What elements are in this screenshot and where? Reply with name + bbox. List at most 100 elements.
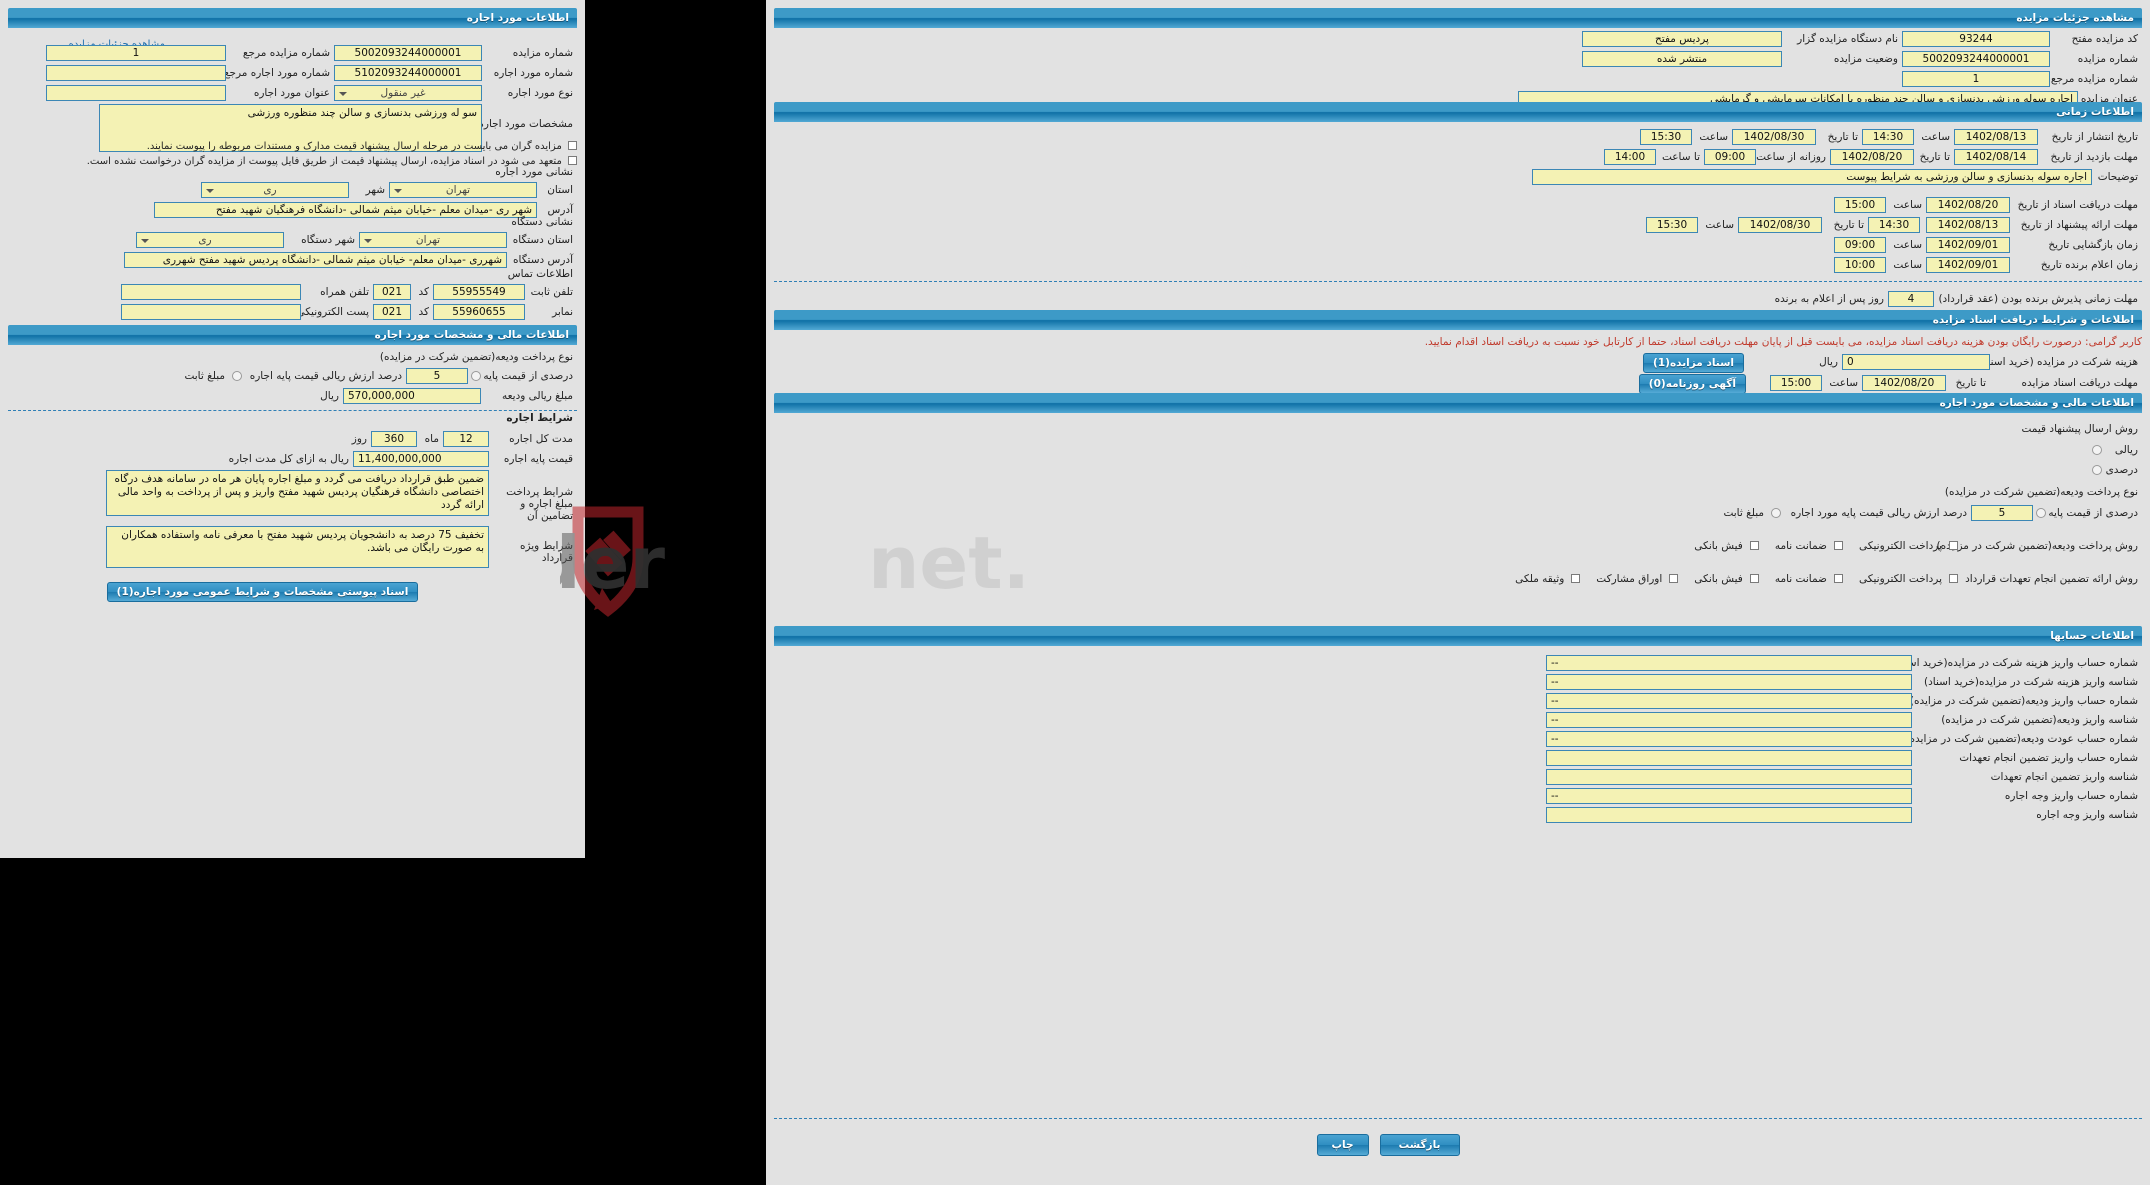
account-value-1[interactable]: -- bbox=[1546, 673, 1912, 690]
account-value-3[interactable]: -- bbox=[1546, 711, 1912, 728]
visit-daily-from-time[interactable]: 09:00 bbox=[1704, 148, 1756, 165]
account-value-8[interactable] bbox=[1546, 806, 1912, 823]
row-acceptance-period: مهلت زمانی پذیرش برنده بودن (عقد قرارداد… bbox=[774, 290, 2142, 307]
auction-number-value-right[interactable]: 5002093244000001 bbox=[1902, 50, 2050, 67]
total-period-days[interactable]: 360 bbox=[371, 430, 417, 447]
percent-base-radio[interactable] bbox=[471, 370, 481, 381]
contract-electronic-checkbox[interactable] bbox=[1949, 574, 1958, 583]
lease-number-value[interactable]: 5102093244000001 bbox=[334, 64, 482, 81]
opening-time[interactable]: 09:00 bbox=[1834, 236, 1886, 253]
rial-radio[interactable] bbox=[2092, 444, 2102, 455]
no-attachment-checkbox[interactable] bbox=[568, 156, 577, 165]
winner-announce-time-label: ساعت bbox=[1893, 258, 1922, 271]
deposit-electronic-checkbox[interactable] bbox=[1949, 541, 1958, 550]
row-deposit-pay-methods: روش پرداخت ودیعه(تضمین شرکت در مزایده) پ… bbox=[774, 537, 2142, 554]
percent-base-value[interactable]: 5 bbox=[406, 367, 468, 384]
address-label: آدرس bbox=[547, 203, 573, 216]
lease-attachment-button[interactable]: اسناد پیوستی مشخصات و شرایط عمومی مورد ا… bbox=[106, 582, 419, 602]
visit-from-date[interactable]: 1402/08/14 bbox=[1954, 148, 2038, 165]
print-button[interactable]: چاپ bbox=[1316, 1134, 1369, 1156]
fixed-amount-radio[interactable] bbox=[232, 370, 242, 381]
auction-documents-button[interactable]: اسناد مزایده(1) bbox=[1643, 352, 1744, 373]
org-province-select[interactable]: تهران bbox=[359, 231, 507, 248]
footer-bar: بازگشت چاپ bbox=[766, 1118, 2150, 1156]
percent-radio[interactable] bbox=[2092, 464, 2102, 475]
ref-auction-number-label: شماره مزایده مرجع bbox=[242, 46, 330, 59]
account-value-4[interactable]: -- bbox=[1546, 730, 1912, 747]
phone-code-value[interactable]: 021 bbox=[373, 283, 411, 300]
fixed-amount-radio-right[interactable] bbox=[1771, 507, 1781, 518]
bid-from-time[interactable]: 14:30 bbox=[1868, 216, 1920, 233]
contract-bonds-checkbox[interactable] bbox=[1669, 574, 1679, 583]
acceptance-period-value[interactable]: 4 bbox=[1888, 290, 1934, 307]
deposit-guarantee-checkbox[interactable] bbox=[1833, 541, 1843, 550]
publish-time2[interactable]: 15:30 bbox=[1640, 128, 1692, 145]
org-name-value[interactable]: پردیس مفتح bbox=[1582, 30, 1782, 47]
publish-from-date[interactable]: 1402/08/13 bbox=[1954, 128, 2038, 145]
phone-value[interactable]: 55955549 bbox=[433, 283, 525, 300]
fax-code-value[interactable]: 021 bbox=[373, 303, 411, 320]
docs-deadline-date[interactable]: 1402/08/20 bbox=[1926, 196, 2010, 213]
ref-auction-number-value[interactable]: 1 bbox=[46, 44, 226, 61]
account-value-7[interactable]: -- bbox=[1546, 787, 1912, 804]
phone-code-label: کد bbox=[418, 285, 429, 298]
base-price-value[interactable]: 11,400,000,000 bbox=[353, 450, 489, 467]
back-button[interactable]: بازگشت bbox=[1379, 1134, 1460, 1156]
mobile-value[interactable] bbox=[121, 283, 301, 300]
deposit-receipt-checkbox[interactable] bbox=[1749, 541, 1759, 550]
org-address-value[interactable]: شهرری -میدان معلم- خیابان میثم شمالی -دا… bbox=[124, 251, 507, 268]
opening-date[interactable]: 1402/09/01 bbox=[1926, 236, 2010, 253]
org-city-select[interactable]: ری bbox=[136, 231, 284, 248]
winner-announce-date[interactable]: 1402/09/01 bbox=[1926, 256, 2010, 273]
lease-title-value[interactable] bbox=[46, 84, 226, 101]
winner-announce-time[interactable]: 10:00 bbox=[1834, 256, 1886, 273]
special-terms-label: شرایط ویژه قرارداد bbox=[519, 540, 573, 564]
publish-time1-label: ساعت bbox=[1921, 130, 1950, 143]
ref-lease-number-value[interactable] bbox=[46, 64, 226, 81]
docs-deadline-label: مهلت دریافت اسناد از تاریخ bbox=[2017, 198, 2138, 211]
docs-deadline-time[interactable]: 15:00 bbox=[1834, 196, 1886, 213]
contract-receipt-checkbox[interactable] bbox=[1749, 574, 1759, 583]
lease-attachment-row: اسناد پیوستی مشخصات و شرایط عمومی مورد ا… bbox=[0, 580, 585, 602]
auction-status-value[interactable]: منتشر شده bbox=[1582, 50, 1782, 67]
visit-daily-to-time[interactable]: 14:00 bbox=[1604, 148, 1656, 165]
bid-to-time[interactable]: 15:30 bbox=[1646, 216, 1698, 233]
percent-base-value-right[interactable]: 5 bbox=[1971, 504, 2033, 521]
docs-deadline-time-2[interactable]: 15:00 bbox=[1770, 374, 1822, 391]
contract-deed-checkbox[interactable] bbox=[1571, 574, 1581, 583]
guarantee-terms-value[interactable]: ضمین طبق قرارداد دریافت می گردد و مبلغ ا… bbox=[106, 470, 489, 516]
city-select[interactable]: ری bbox=[201, 181, 349, 198]
bid-to-date[interactable]: 1402/08/30 bbox=[1738, 216, 1822, 233]
lease-type-select[interactable]: غیر منقول bbox=[334, 84, 482, 101]
email-value[interactable] bbox=[121, 303, 301, 320]
docs-cost-value[interactable]: 0 bbox=[1842, 353, 1990, 370]
total-period-months[interactable]: 12 bbox=[443, 430, 489, 447]
docs-deadline-to-label: تا تاریخ bbox=[1955, 376, 1986, 389]
account-label-5: شماره حساب واریز تضمین انجام تعهدات bbox=[1959, 751, 2138, 764]
publish-to-date[interactable]: 1402/08/30 bbox=[1732, 128, 1816, 145]
visit-to-date[interactable]: 1402/08/20 bbox=[1830, 148, 1914, 165]
province-select[interactable]: تهران bbox=[389, 181, 537, 198]
percent-base-radio-right[interactable] bbox=[2036, 507, 2046, 518]
account-value-6[interactable] bbox=[1546, 768, 1912, 785]
ref-number-label-right: شماره مزایده مرجع bbox=[2050, 72, 2138, 85]
auction-code-value[interactable]: 93244 bbox=[1902, 30, 2050, 47]
auction-number-value[interactable]: 5002093244000001 bbox=[334, 44, 482, 61]
account-value-0[interactable]: -- bbox=[1546, 654, 1912, 671]
time-notes-value[interactable]: اجاره سوله بدنسازی و سالن ورزشی به شرایط… bbox=[1532, 168, 2092, 185]
attachment-required-checkbox[interactable] bbox=[568, 141, 577, 150]
time-notes-label: توضیحات bbox=[2097, 170, 2138, 183]
ref-number-value-right[interactable]: 1 bbox=[1902, 70, 2050, 87]
special-terms-value[interactable]: تخفیف 75 درصد به دانشجویان پردیس شهید مف… bbox=[106, 526, 489, 568]
bid-from-date[interactable]: 1402/08/13 bbox=[1926, 216, 2010, 233]
row-auction-number: شماره مزایده 5002093244000001 شماره مزای… bbox=[7, 44, 577, 61]
docs-deadline-date-2[interactable]: 1402/08/20 bbox=[1862, 374, 1946, 391]
contract-guarantee-checkbox[interactable] bbox=[1833, 574, 1843, 583]
newspaper-ad-button[interactable]: آگهی روزنامه(0) bbox=[1638, 373, 1746, 394]
deposit-method-label: نوع پرداخت ودیعه(تضمین شرکت در مزایده) bbox=[379, 351, 573, 363]
publish-time1[interactable]: 14:30 bbox=[1862, 128, 1914, 145]
deposit-amount-value[interactable]: 570,000,000 bbox=[343, 387, 481, 404]
fax-value[interactable]: 55960655 bbox=[433, 303, 525, 320]
account-value-2[interactable]: -- bbox=[1546, 692, 1912, 709]
account-value-5[interactable] bbox=[1546, 749, 1912, 766]
